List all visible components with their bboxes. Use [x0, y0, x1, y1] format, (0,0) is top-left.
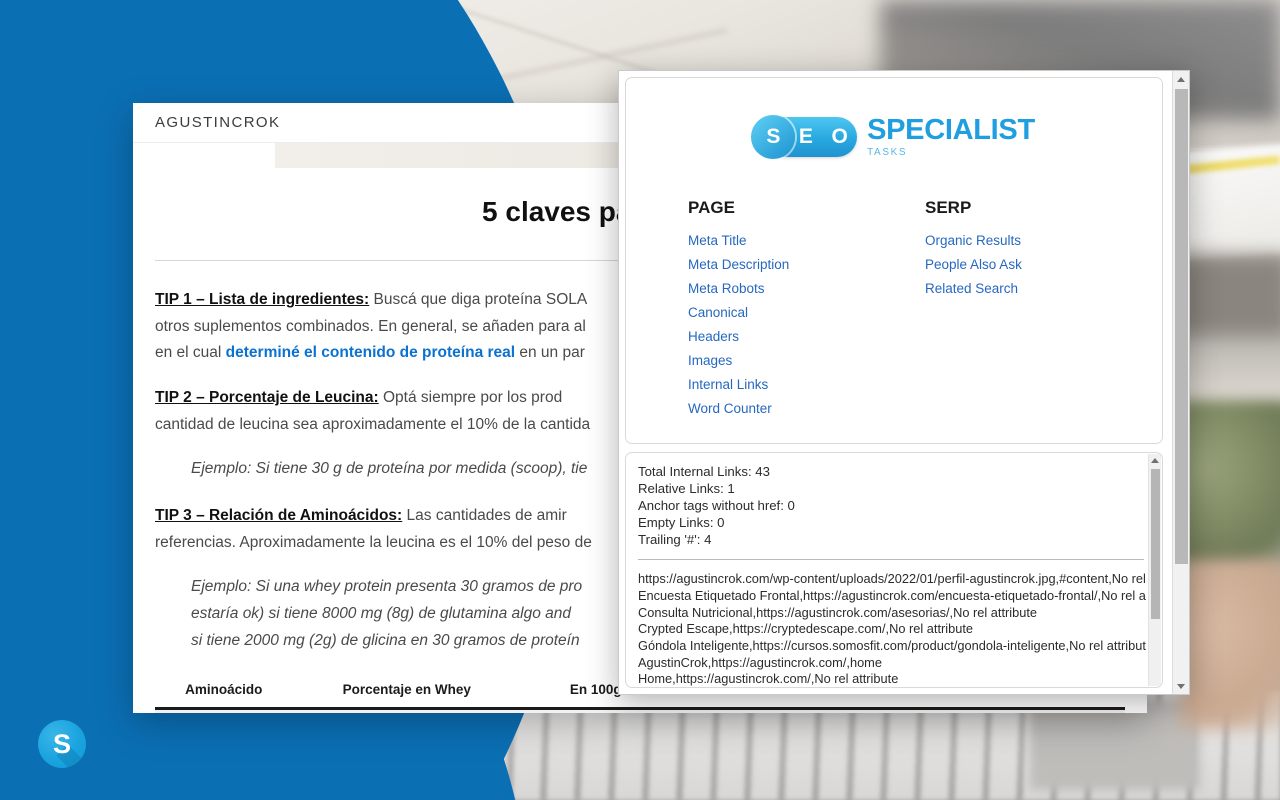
seo-letter-s: S	[766, 125, 781, 148]
menu-item-word-counter[interactable]: Word Counter	[688, 401, 772, 416]
table-header-cell: Porcentaje en Whey	[292, 674, 521, 711]
result-link-row: Consulta Nutricional,https://agustincrok…	[638, 604, 1038, 620]
popup-scrollbar-thumb[interactable]	[1175, 89, 1188, 564]
logo-subtitle: TASKS	[867, 147, 908, 158]
tip1-line3-suffix: en un par	[515, 344, 585, 362]
tip2-line1: Optá siempre por los prod	[378, 388, 563, 406]
seo-specialist-logo: S E O SPECIALIST TASKS	[626, 78, 1162, 159]
table-cell: ~10%	[292, 708, 521, 713]
popup-results-card: Total Internal Links: 43 Relative Links:…	[625, 452, 1163, 688]
menu-item-internal-links[interactable]: Internal Links	[688, 377, 768, 392]
popup-scrollbar[interactable]	[1172, 71, 1189, 694]
menu-column-serp: SERP Organic Results People Also Ask Rel…	[925, 198, 1162, 424]
table-cell: Leucina	[155, 708, 293, 713]
result-link-row: Home,https://agustincrok.com/,No rel att…	[638, 671, 899, 687]
menu-item-people-also-ask[interactable]: People Also Ask	[925, 257, 1022, 272]
photo-laptop-trackpad	[1030, 700, 1200, 790]
column-heading-serp: SERP	[925, 198, 972, 217]
popup-scroll-up-icon[interactable]	[1173, 71, 1189, 87]
results-scrollbar-thumb[interactable]	[1151, 469, 1160, 619]
menu-item-related-search[interactable]: Related Search	[925, 281, 1018, 296]
seo-logo-text: SPECIALIST TASKS	[867, 116, 1035, 158]
brand-logo-icon: S	[38, 720, 86, 768]
results-divider	[638, 559, 1144, 561]
results-scroll-up-icon[interactable]	[1149, 454, 1161, 467]
photo-hand	[1180, 560, 1280, 730]
brand-logo-letter: S	[52, 728, 71, 759]
example2-line2: estaría ok) si tiene 8000 mg (8g) de glu…	[191, 604, 571, 622]
tip1-inline-link[interactable]: determiné el contenido de proteína real	[226, 344, 515, 361]
result-link-row: Crypted Escape,https://cryptedescape.com…	[638, 621, 974, 637]
tip3-line2: referencias. Aproximadamente la leucina …	[155, 533, 592, 551]
example2-line3: si tiene 2000 mg (2g) de glicina en 30 g…	[191, 631, 580, 649]
popup-menu-columns: PAGE Meta Title Meta Description Meta Ro…	[626, 158, 1162, 424]
menu-item-organic-results[interactable]: Organic Results	[925, 233, 1021, 248]
results-scrollbar[interactable]	[1148, 454, 1161, 686]
result-link-row: https://agustincrok.com/wp-content/uploa…	[638, 571, 1146, 587]
seo-pill-icon: S E O	[751, 115, 858, 159]
tip1-line1: Buscá que diga proteína SOLA	[369, 291, 588, 308]
tip1-line3-prefix: en el cual	[155, 344, 226, 362]
result-trailing-hash: Trailing '#': 4	[638, 531, 712, 547]
result-total-internal-links: Total Internal Links: 43	[638, 464, 770, 479]
tip3-line1: Las cantidades de amir	[402, 506, 567, 524]
seo-letter-e: E	[798, 125, 813, 148]
menu-column-page: PAGE Meta Title Meta Description Meta Ro…	[688, 198, 925, 424]
seo-letter-o: O	[831, 125, 848, 148]
table-header-cell: Aminoácido	[155, 674, 293, 711]
result-relative-links: Relative Links: 1	[638, 480, 735, 496]
screenshot-stage: S AGUSTINCROK 5 claves para elegir una T…	[0, 0, 1280, 800]
popup-content-area: S E O SPECIALIST TASKS PAGE Meta Title M…	[619, 71, 1172, 694]
example2-line1: Ejemplo: Si una whey protein presenta 30…	[191, 578, 583, 596]
tip3-label: TIP 3 – Relación de Aminoácidos:	[155, 506, 403, 524]
internal-links-results: Total Internal Links: 43 Relative Links:…	[626, 453, 1162, 687]
table-cell: ~2500 mg (2,50 g)	[927, 708, 1125, 713]
seo-extension-popup: S E O SPECIALIST TASKS PAGE Meta Title M…	[618, 70, 1190, 695]
table-cell: ~3000 mg (3,0 g)	[744, 708, 928, 713]
table-cell: ~10 g	[521, 708, 745, 713]
result-empty-links: Empty Links: 0	[638, 514, 725, 530]
tip1-label: TIP 1 – Lista de ingredientes:	[155, 291, 370, 308]
column-heading-page: PAGE	[688, 198, 735, 217]
webpage-site-name: AGUSTINCROK	[155, 114, 281, 131]
menu-item-meta-title[interactable]: Meta Title	[688, 233, 747, 248]
result-link-row: AgustinCrok,https://agustincrok.com/,hom…	[638, 654, 882, 670]
result-link-row: Encuesta Etiquetado Frontal,https://agus…	[638, 588, 1146, 604]
result-link-row: Góndola Inteligente,https://cursos.somos…	[638, 637, 1146, 653]
menu-item-meta-robots[interactable]: Meta Robots	[688, 281, 765, 296]
popup-scroll-down-icon[interactable]	[1173, 678, 1189, 694]
logo-title: SPECIALIST	[867, 114, 1035, 146]
tip2-label: TIP 2 – Porcentaje de Leucina:	[155, 388, 379, 406]
menu-item-meta-description[interactable]: Meta Description	[688, 257, 789, 272]
tip2-line2: cantidad de leucina sea aproximadamente …	[155, 415, 591, 433]
tip1-line2: otros suplementos combinados. En general…	[155, 317, 586, 335]
popup-menu-card: S E O SPECIALIST TASKS PAGE Meta Title M…	[625, 77, 1163, 444]
result-anchor-tags-without-href: Anchor tags without href: 0	[638, 497, 795, 513]
menu-item-headers[interactable]: Headers	[688, 329, 739, 344]
table-row: Leucina ~10% ~10 g ~3000 mg (3,0 g) ~250…	[155, 708, 1125, 713]
menu-item-canonical[interactable]: Canonical	[688, 305, 748, 320]
menu-item-images[interactable]: Images	[688, 353, 732, 368]
